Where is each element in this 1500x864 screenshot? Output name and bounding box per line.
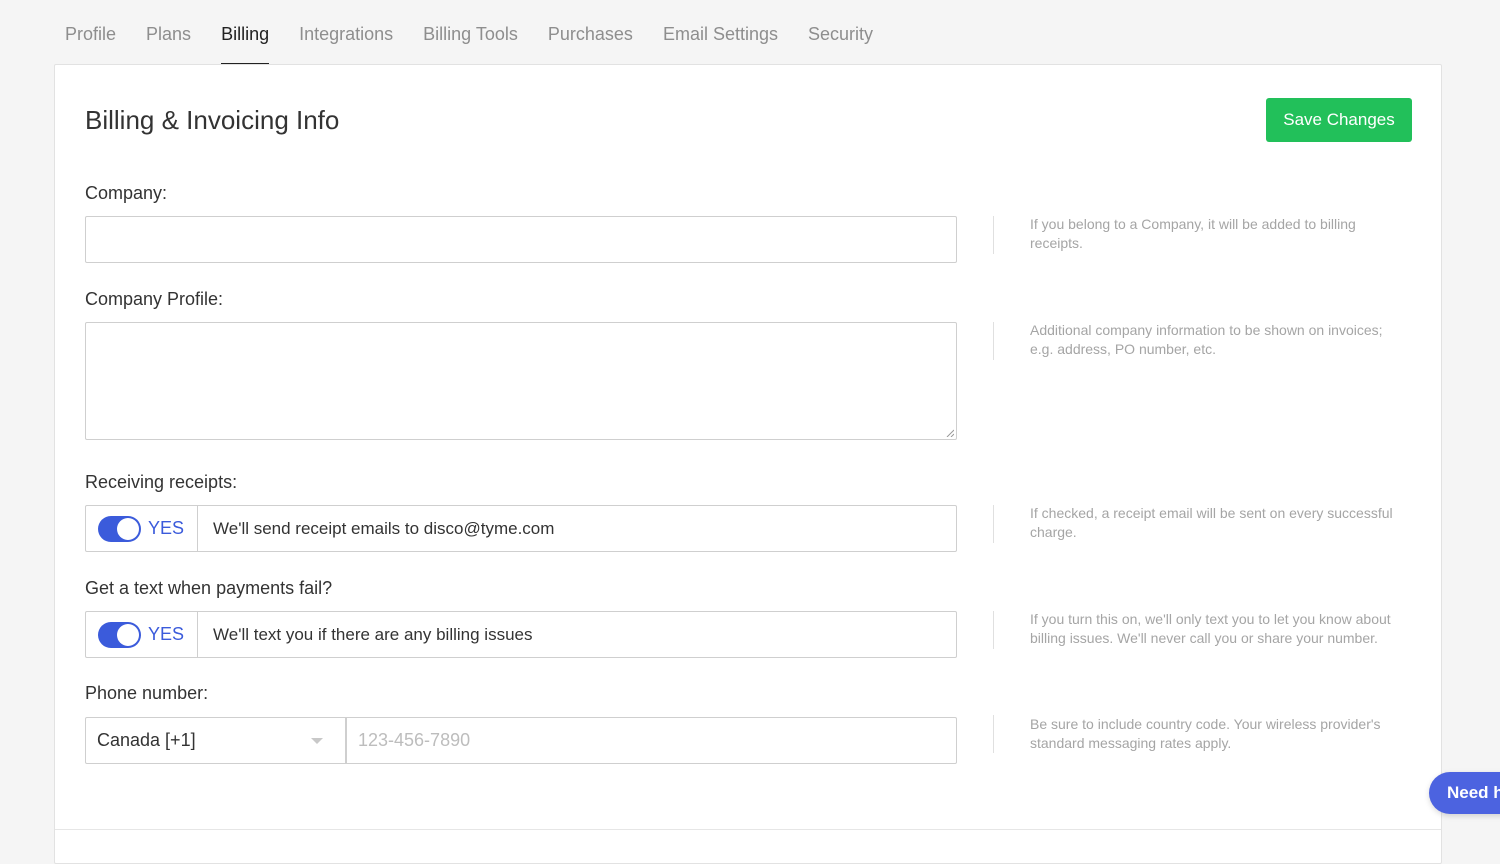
resize-grip-icon[interactable] bbox=[946, 429, 954, 437]
phone-label: Phone number: bbox=[85, 683, 209, 703]
phone-number-input[interactable] bbox=[346, 717, 957, 764]
company-profile-help-text: Additional company information to be sho… bbox=[1030, 322, 1383, 357]
receipts-description: We'll send receipt emails to disco@tyme.… bbox=[213, 518, 555, 538]
divider bbox=[993, 505, 994, 543]
country-code-select[interactable]: Canada [+1] bbox=[85, 717, 346, 764]
divider bbox=[993, 322, 994, 360]
tab-billing-tools[interactable]: Billing Tools bbox=[423, 0, 518, 65]
sms-toggle-switch[interactable] bbox=[98, 621, 141, 648]
toggle-knob bbox=[117, 623, 139, 646]
page-title: Billing & Invoicing Info bbox=[85, 105, 340, 135]
country-code-value: Canada [+1] bbox=[97, 730, 196, 750]
tab-purchases[interactable]: Purchases bbox=[548, 0, 633, 65]
tab-profile[interactable]: Profile bbox=[65, 0, 116, 65]
receipts-toggle-row: YES We'll send receipt emails to disco@t… bbox=[85, 505, 957, 552]
billing-card: Billing & Invoicing Info Save Changes Co… bbox=[54, 64, 1442, 864]
sms-toggle-row: YES We'll text you if there are any bill… bbox=[85, 611, 957, 658]
sms-help-text: If you turn this on, we'll only text you… bbox=[1030, 611, 1391, 646]
chevron-down-icon bbox=[311, 738, 323, 744]
settings-tabs: Profile Plans Billing Integrations Billi… bbox=[65, 0, 903, 65]
save-changes-button[interactable]: Save Changes bbox=[1266, 98, 1412, 142]
receipts-help-text: If checked, a receipt email will be sent… bbox=[1030, 505, 1393, 540]
toggle-knob bbox=[117, 517, 139, 540]
need-help-button[interactable]: Need h bbox=[1429, 772, 1500, 814]
sms-label: Get a text when payments fail? bbox=[85, 578, 333, 598]
receipts-toggle-state: YES bbox=[148, 518, 185, 538]
divider bbox=[993, 216, 994, 254]
divider bbox=[993, 715, 994, 753]
sms-description: We'll text you if there are any billing … bbox=[213, 624, 533, 644]
receipts-toggle-switch[interactable] bbox=[98, 515, 141, 542]
receipts-toggle-cell: YES bbox=[86, 506, 198, 551]
card-footer-divider bbox=[55, 829, 1441, 830]
company-help-text: If you belong to a Company, it will be a… bbox=[1030, 216, 1356, 251]
company-profile-label: Company Profile: bbox=[85, 289, 224, 309]
company-input[interactable] bbox=[85, 216, 957, 263]
divider bbox=[993, 611, 994, 649]
tab-plans[interactable]: Plans bbox=[146, 0, 191, 65]
sms-toggle-cell: YES bbox=[86, 612, 198, 657]
company-label: Company: bbox=[85, 183, 168, 203]
tab-integrations[interactable]: Integrations bbox=[299, 0, 393, 65]
tab-email-settings[interactable]: Email Settings bbox=[663, 0, 778, 65]
sms-toggle-state: YES bbox=[148, 624, 185, 644]
tab-security[interactable]: Security bbox=[808, 0, 873, 65]
company-profile-textarea[interactable] bbox=[85, 322, 957, 440]
tab-billing[interactable]: Billing bbox=[221, 0, 270, 65]
phone-help-text: Be sure to include country code. Your wi… bbox=[1030, 716, 1381, 751]
receipts-label: Receiving receipts: bbox=[85, 472, 238, 492]
